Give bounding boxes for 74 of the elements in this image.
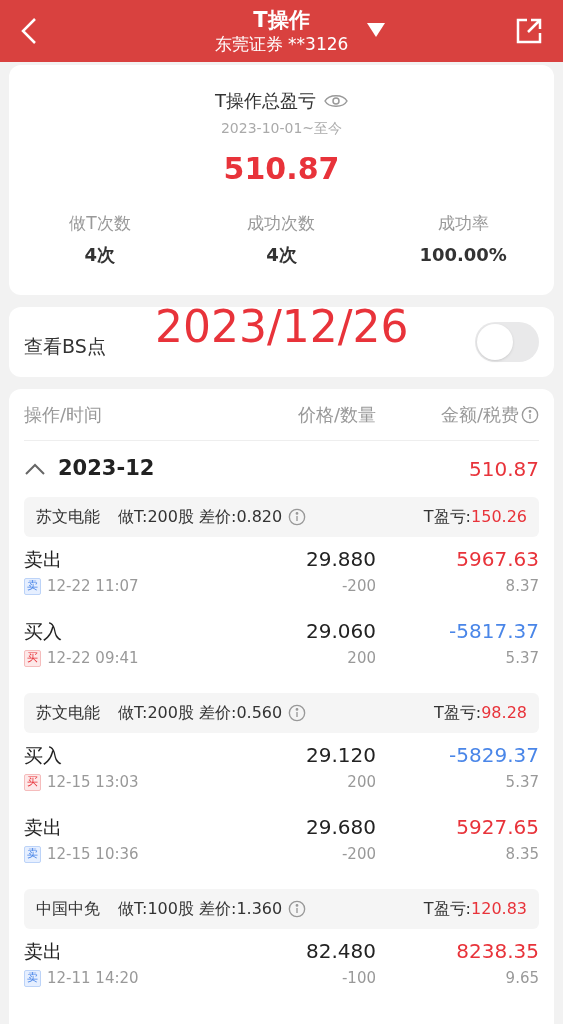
trade-action: 卖出 <box>24 939 63 964</box>
trade-amount: 5967.63 <box>456 546 539 573</box>
trade-price: 82.480 <box>306 938 376 965</box>
trade-detail: 做T:100股 差价:1.360 <box>118 898 283 920</box>
column-header: 价格/数量 <box>296 403 376 427</box>
page-title: T操作 <box>253 7 310 33</box>
trade-fee: 5.37 <box>505 648 539 669</box>
trade-action: 买入 <box>24 743 63 768</box>
profit-label: T盈亏: <box>423 898 471 920</box>
trade-fee: 9.65 <box>505 968 539 989</box>
side-badge: 买 <box>24 649 41 667</box>
total-profit: 510.87 <box>223 151 340 187</box>
trade-detail: 做T:200股 差价:0.820 <box>118 506 283 528</box>
trade-fee: 8.37 <box>505 576 539 597</box>
stat-label: 成功次数 <box>247 212 316 235</box>
stock-name: 苏文电能 <box>36 506 100 528</box>
info-icon[interactable] <box>288 900 307 918</box>
trade-amount: 8238.35 <box>456 938 539 965</box>
trade-action: 卖出 <box>24 815 63 840</box>
account-name: 东莞证券 **3126 <box>214 33 349 55</box>
profit-value: 150.26 <box>471 506 527 528</box>
stock-name: 中国中免 <box>36 898 100 920</box>
trade-quantity: -100 <box>341 968 376 989</box>
trade-fee: 8.35 <box>505 844 539 865</box>
side-badge: 买 <box>24 773 41 791</box>
profit-label: T盈亏: <box>423 506 471 528</box>
bs-label: 查看BS点 <box>24 333 106 359</box>
side-badge: 卖 <box>24 969 41 987</box>
info-icon[interactable] <box>288 704 307 722</box>
info-icon[interactable] <box>521 405 539 424</box>
column-header: 金额/税费 <box>440 403 519 427</box>
profit-value: 120.83 <box>471 898 527 920</box>
stat-value: 100.00% <box>419 242 507 267</box>
stat-label: 做T次数 <box>69 212 131 235</box>
trade-quantity: -200 <box>341 576 376 597</box>
share-icon[interactable] <box>515 17 543 45</box>
trade-time: 12-22 11:07 <box>47 576 139 597</box>
date-range: 2023-10-01~至今 <box>220 119 343 138</box>
info-icon[interactable] <box>288 508 307 526</box>
bs-toggle[interactable] <box>475 322 539 362</box>
stat-value: 4次 <box>84 242 116 267</box>
trade-quantity: 200 <box>347 648 376 669</box>
month-label: 2023-12 <box>58 455 156 483</box>
column-header: 操作/时间 <box>24 403 104 427</box>
stat-label: 成功率 <box>437 212 489 235</box>
trade-quantity: -200 <box>341 844 376 865</box>
trade-time: 12-11 14:20 <box>47 968 139 989</box>
trade-quantity: 200 <box>347 772 376 793</box>
trade-price: 29.680 <box>306 814 376 841</box>
trade-amount: -5817.37 <box>449 618 539 645</box>
trade-detail: 做T:200股 差价:0.560 <box>118 702 283 724</box>
trade-fee: 5.37 <box>505 772 539 793</box>
trade-time: 12-22 09:41 <box>47 648 139 669</box>
month-total: 510.87 <box>469 456 539 483</box>
stock-name: 苏文电能 <box>36 702 100 724</box>
trade-action: 买入 <box>24 619 63 644</box>
dropdown-icon[interactable] <box>366 22 386 38</box>
trade-time: 12-15 13:03 <box>47 772 139 793</box>
collapse-icon[interactable] <box>24 462 46 476</box>
trade-price: 29.880 <box>306 546 376 573</box>
trade-time: 12-15 10:36 <box>47 844 139 865</box>
profit-value: 98.28 <box>481 702 527 724</box>
trade-amount: -5829.37 <box>449 742 539 769</box>
profit-label: T盈亏: <box>434 702 482 724</box>
trade-amount: 5927.65 <box>456 814 539 841</box>
side-badge: 卖 <box>24 845 41 863</box>
stat-value: 4次 <box>266 242 297 267</box>
trade-price: 29.060 <box>306 618 376 645</box>
trade-action: 卖出 <box>24 547 63 572</box>
trade-price: 29.120 <box>306 742 376 769</box>
side-badge: 卖 <box>24 577 41 595</box>
eye-icon[interactable] <box>324 92 348 109</box>
summary-title: T操作总盈亏 <box>215 89 316 113</box>
date-annotation: 2023/12/26 <box>155 300 409 354</box>
